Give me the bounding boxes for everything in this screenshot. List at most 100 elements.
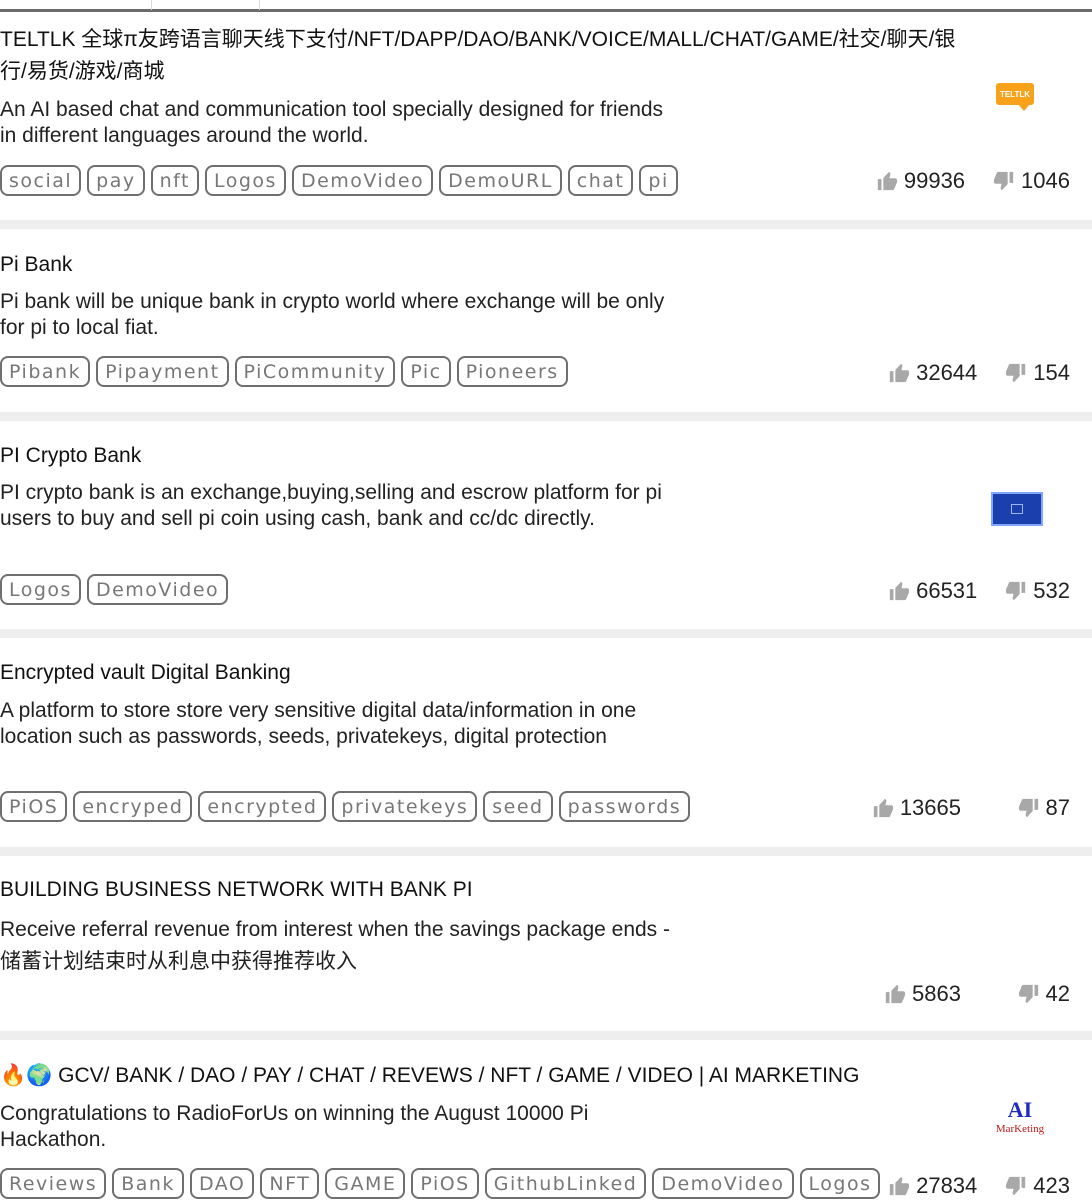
project-title[interactable]: 🔥🌍 GCV/ BANK / DAO / PAY / CHAT / REVEWS… bbox=[0, 1060, 975, 1092]
vote-bar: 87 bbox=[1018, 795, 1070, 821]
logo-label: TELTLK bbox=[999, 89, 1031, 99]
project-logo bbox=[991, 492, 1043, 526]
top-tab-bar bbox=[0, 0, 1092, 12]
downvote-button[interactable]: 154 bbox=[1005, 360, 1070, 386]
tag[interactable]: PiOS bbox=[0, 791, 68, 822]
tag[interactable]: Pic bbox=[401, 356, 451, 387]
tag[interactable]: social bbox=[0, 165, 82, 196]
project-description: An AI based chat and communication tool … bbox=[0, 98, 664, 147]
upvote-button[interactable]: 13665 bbox=[872, 795, 961, 821]
downvote-button[interactable]: 1046 bbox=[993, 168, 1070, 194]
tag[interactable]: DemoVideo bbox=[652, 1168, 794, 1199]
thumbs-down-icon bbox=[1006, 363, 1026, 383]
upvote-button[interactable]: 66531 bbox=[888, 578, 977, 604]
tag[interactable]: encryped bbox=[73, 791, 193, 822]
tag[interactable]: Reviews bbox=[0, 1168, 107, 1199]
downvote-count: 1046 bbox=[1021, 168, 1070, 193]
upvote-button[interactable]: 32644 bbox=[888, 360, 977, 386]
logo-label: AI bbox=[1007, 1097, 1033, 1122]
vote-bar: 66531 532 bbox=[888, 578, 1070, 604]
project-card-pi-crypto-bank[interactable]: PI Crypto Bank PI crypto bank is an exch… bbox=[0, 421, 1092, 629]
vote-bar: 99936 1046 bbox=[876, 168, 1070, 194]
thumbs-down-icon bbox=[1006, 1176, 1026, 1196]
thumbs-up-icon bbox=[889, 581, 910, 601]
project-card-business-network[interactable]: BUILDING BUSINESS NETWORK WITH BANK PI R… bbox=[0, 856, 1092, 1031]
tag[interactable]: encrypted bbox=[198, 791, 327, 822]
upvote-button[interactable]: 27834 bbox=[888, 1173, 977, 1199]
tag[interactable]: Logos bbox=[0, 574, 81, 605]
project-card-encrypted-vault[interactable]: Encrypted vault Digital Banking A platfo… bbox=[0, 638, 1092, 847]
project-title[interactable]: PI Crypto Bank bbox=[0, 440, 975, 472]
tag-list: PiOS encryped encrypted privatekeys seed… bbox=[0, 791, 691, 822]
tag[interactable]: Logos bbox=[204, 165, 286, 196]
project-logo: AI MarKeting bbox=[990, 1098, 1050, 1142]
downvote-button[interactable]: 42 bbox=[1018, 981, 1070, 1007]
thumbs-up-icon bbox=[877, 171, 897, 191]
vote-bar: 5863 bbox=[884, 981, 989, 1007]
project-description: PI crypto bank is an exchange,buying,sel… bbox=[0, 481, 662, 530]
thumbs-down-icon bbox=[1006, 581, 1026, 601]
tag[interactable]: PiOS bbox=[411, 1168, 479, 1199]
tag[interactable]: GithubLinked bbox=[484, 1168, 647, 1199]
downvote-button[interactable]: 423 bbox=[1005, 1173, 1070, 1199]
downvote-button[interactable]: 87 bbox=[1018, 795, 1070, 821]
tag[interactable]: passwords bbox=[558, 791, 691, 822]
thumbs-down-icon bbox=[1018, 984, 1038, 1004]
thumbs-up-icon bbox=[873, 798, 893, 818]
tag[interactable]: seed bbox=[483, 791, 553, 822]
upvote-button[interactable]: 99936 bbox=[876, 168, 965, 194]
tag[interactable]: Logos bbox=[799, 1168, 881, 1199]
upvote-count: 27834 bbox=[916, 1173, 978, 1198]
tag[interactable]: GAME bbox=[325, 1168, 406, 1199]
project-description: A platform to store store very sensitive… bbox=[0, 699, 637, 748]
tag[interactable]: DemoVideo bbox=[291, 165, 434, 196]
project-card-gcv[interactable]: 🔥🌍 GCV/ BANK / DAO / PAY / CHAT / REVEWS… bbox=[0, 1040, 1092, 1200]
downvote-button[interactable]: 532 bbox=[1005, 578, 1070, 604]
thumbs-up-icon bbox=[889, 363, 910, 383]
vote-bar: 27834 423 bbox=[888, 1173, 1070, 1199]
tag[interactable]: pay bbox=[87, 165, 145, 196]
upvote-count: 5863 bbox=[912, 981, 961, 1006]
tag[interactable]: chat bbox=[567, 165, 634, 196]
project-title[interactable]: BUILDING BUSINESS NETWORK WITH BANK PI bbox=[0, 874, 975, 906]
tag-list: social pay nft Logos DemoVideo DemoURL c… bbox=[0, 165, 678, 196]
tag-list: Logos DemoVideo bbox=[0, 574, 229, 605]
tag[interactable]: NFT bbox=[260, 1168, 320, 1199]
upvote-button[interactable]: 5863 bbox=[884, 981, 961, 1007]
tag[interactable]: PiCommunity bbox=[234, 356, 396, 387]
tag[interactable]: Pibank bbox=[0, 356, 91, 387]
project-title[interactable]: Encrypted vault Digital Banking bbox=[0, 657, 975, 689]
tag[interactable]: Pioneers bbox=[456, 356, 568, 387]
tag[interactable]: DemoVideo bbox=[86, 574, 229, 605]
card-separator bbox=[0, 629, 1092, 638]
vote-bar: 13665 bbox=[872, 795, 989, 821]
upvote-count: 99936 bbox=[903, 168, 966, 193]
upvote-count: 32644 bbox=[916, 360, 978, 385]
tag[interactable]: Pipayment bbox=[96, 356, 229, 387]
tag[interactable]: DAO bbox=[189, 1168, 255, 1199]
top-tab[interactable] bbox=[152, 0, 260, 10]
project-card-teltlk[interactable]: TELTLK 全球π友跨语言聊天线下支付/NFT/DAPP/DAO/BANK/V… bbox=[0, 20, 1092, 218]
logo-sublabel: MarKeting bbox=[995, 1123, 1045, 1135]
project-logo: TELTLK bbox=[996, 83, 1034, 111]
tag[interactable]: nft bbox=[150, 165, 199, 196]
thumbs-down-icon bbox=[1018, 798, 1038, 818]
card-separator bbox=[0, 1031, 1092, 1040]
card-separator bbox=[0, 412, 1092, 421]
tag[interactable]: Bank bbox=[112, 1168, 184, 1199]
logo-mark bbox=[1011, 504, 1023, 514]
upvote-count: 66531 bbox=[916, 578, 978, 603]
project-title[interactable]: Pi Bank bbox=[0, 249, 975, 281]
tag[interactable]: privatekeys bbox=[332, 791, 478, 822]
card-separator bbox=[0, 220, 1092, 229]
vote-bar: 42 bbox=[1018, 981, 1070, 1007]
thumbs-up-icon bbox=[885, 984, 906, 1004]
downvote-count: 154 bbox=[1033, 360, 1070, 385]
project-card-pi-bank[interactable]: Pi Bank Pi bank will be unique bank in c… bbox=[0, 229, 1092, 412]
tag[interactable]: DemoURL bbox=[439, 165, 562, 196]
top-tab[interactable] bbox=[0, 0, 152, 10]
tag[interactable]: pi bbox=[639, 165, 678, 196]
project-title[interactable]: TELTLK 全球π友跨语言聊天线下支付/NFT/DAPP/DAO/BANK/V… bbox=[0, 24, 975, 88]
thumbs-up-icon bbox=[889, 1176, 910, 1196]
downvote-count: 87 bbox=[1045, 795, 1070, 820]
